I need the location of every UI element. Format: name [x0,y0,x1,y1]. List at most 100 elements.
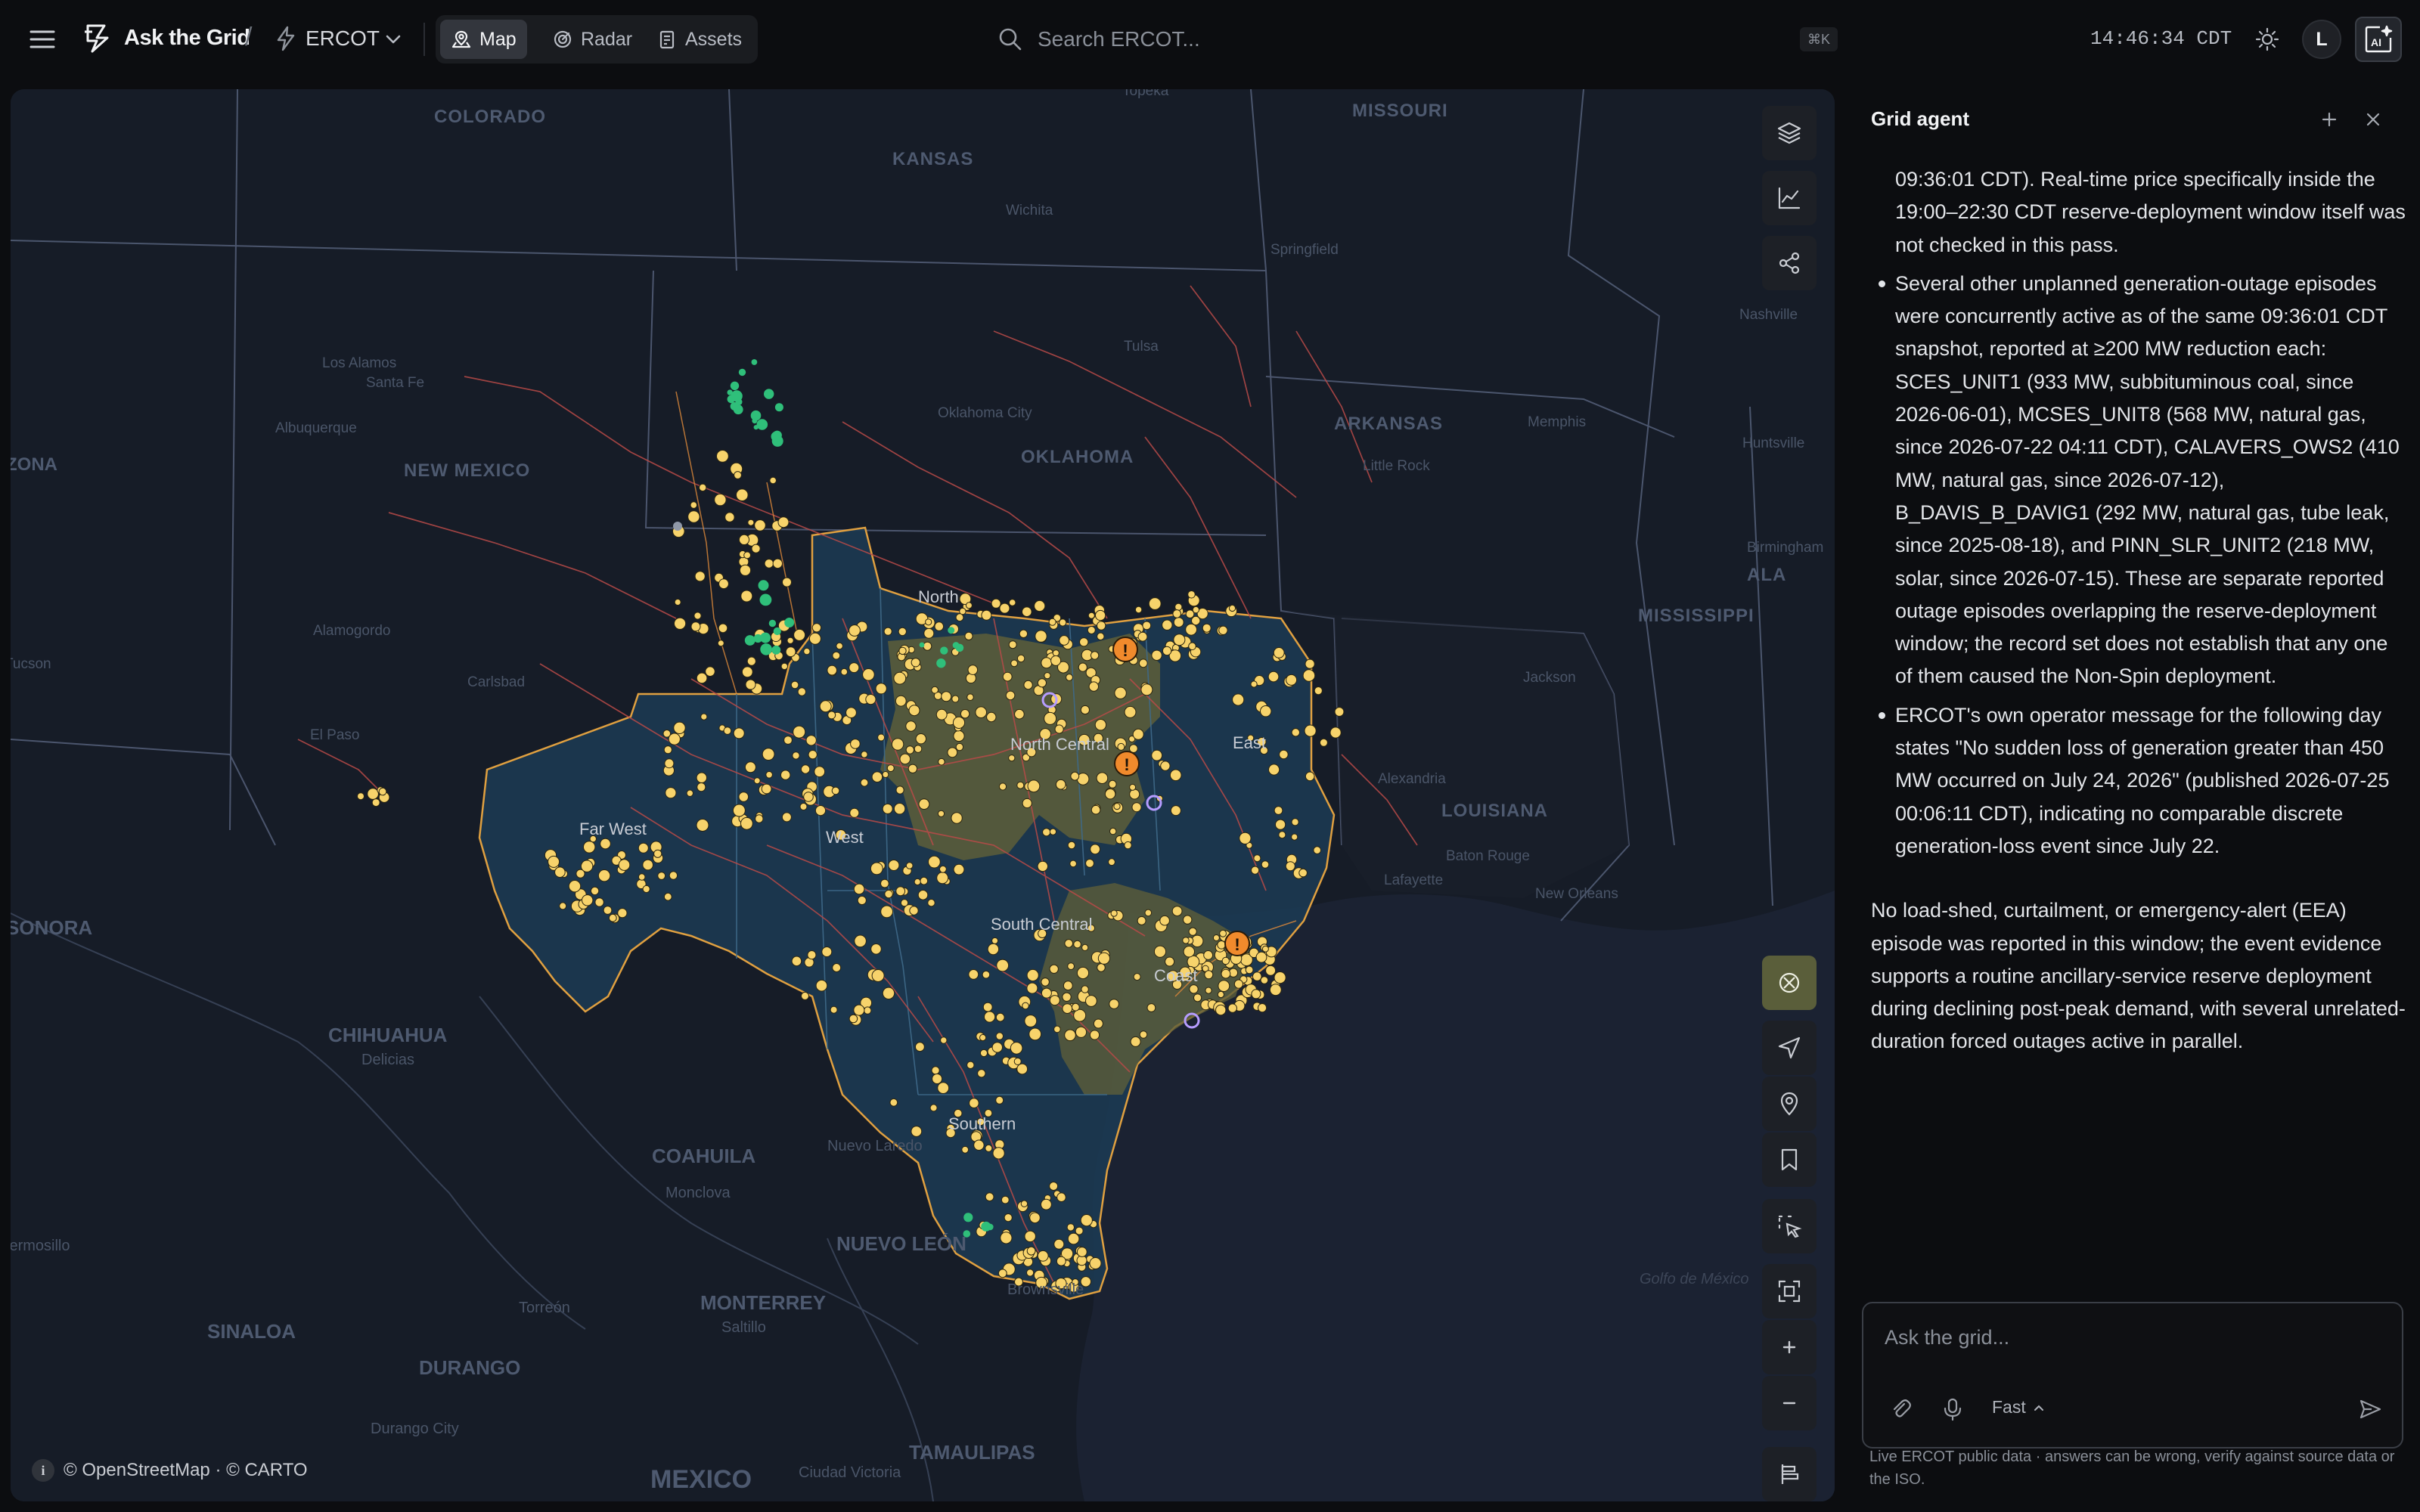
plant-marker[interactable] [1171,906,1183,916]
plant-marker[interactable] [1302,669,1316,682]
renewable-plant-marker[interactable] [752,418,758,424]
plant-marker[interactable] [1146,1003,1156,1012]
plant-marker[interactable] [638,842,649,854]
plant-marker[interactable] [740,816,753,830]
plant-marker[interactable] [1252,971,1262,981]
plant-marker[interactable] [895,886,906,897]
plant-marker[interactable] [1010,1042,1023,1055]
renewable-plant-marker[interactable] [730,381,740,390]
outage-alert-marker[interactable]: ! [1224,931,1250,956]
plant-marker[interactable] [861,751,868,758]
plant-marker[interactable] [1024,1015,1038,1027]
plant-marker[interactable] [1087,626,1096,634]
plant-marker[interactable] [1080,705,1091,715]
plant-marker[interactable] [1027,779,1041,793]
plant-marker[interactable] [690,621,701,632]
plant-marker[interactable] [941,691,952,702]
plant-marker[interactable] [600,838,611,850]
plant-marker[interactable] [1008,640,1017,649]
plant-marker[interactable] [1217,990,1225,999]
plant-marker[interactable] [1129,783,1137,791]
brand-name[interactable]: Ask the Grid [124,26,250,51]
plant-marker[interactable] [850,739,861,749]
plant-marker[interactable] [893,671,907,685]
plant-marker[interactable] [908,764,918,773]
plant-marker[interactable] [964,631,973,641]
plant-marker[interactable] [1075,1226,1084,1235]
plant-marker[interactable] [793,725,806,739]
plant-marker[interactable] [747,519,755,526]
plant-marker[interactable] [883,627,892,636]
plant-marker[interactable] [966,1061,975,1070]
fit-bounds-button[interactable] [1762,1264,1817,1318]
plant-marker[interactable] [1108,858,1115,866]
voice-button[interactable] [1938,1394,1968,1424]
plant-marker[interactable] [1070,771,1080,781]
plant-marker[interactable] [1151,649,1162,661]
plant-marker[interactable] [1048,618,1056,626]
plant-marker[interactable] [1034,600,1046,612]
plant-marker[interactable] [1028,1027,1042,1041]
plant-marker[interactable] [1129,789,1140,800]
plant-marker[interactable] [914,745,923,753]
renewable-plant-marker[interactable] [773,627,781,636]
model-mode-selector[interactable]: Fast [1992,1397,2046,1418]
plant-marker[interactable] [1239,832,1252,844]
tab-radar[interactable]: Radar [541,20,643,59]
plant-marker[interactable] [932,1074,943,1084]
plant-marker[interactable] [1096,772,1109,785]
plant-marker[interactable] [800,764,811,774]
plant-marker[interactable] [1172,609,1181,618]
plant-marker[interactable] [1004,1213,1013,1222]
plant-marker[interactable] [739,564,752,576]
plant-marker[interactable] [986,711,997,723]
plant-marker[interactable] [1080,1214,1093,1227]
renewable-plant-marker[interactable] [756,419,768,430]
plant-marker[interactable] [765,771,773,779]
plant-marker[interactable] [870,862,883,875]
plant-marker[interactable] [1013,1058,1022,1065]
plant-marker[interactable] [792,751,800,760]
plant-marker[interactable] [979,1033,987,1042]
plant-marker[interactable] [753,777,761,785]
plant-marker[interactable] [1319,738,1328,747]
plant-marker[interactable] [1097,963,1106,972]
plant-marker[interactable] [1062,992,1072,1002]
plant-marker[interactable] [967,665,979,675]
plant-marker[interactable] [1066,1223,1075,1232]
plant-marker[interactable] [832,963,842,972]
chevron-down-icon[interactable] [383,29,404,50]
plant-marker[interactable] [985,1144,993,1152]
plant-marker[interactable] [827,711,836,720]
plant-marker[interactable] [864,1006,872,1015]
plant-marker[interactable] [1185,623,1197,636]
plant-marker[interactable] [1140,683,1153,696]
plant-marker[interactable] [1142,621,1152,631]
plant-marker[interactable] [1093,1018,1103,1029]
plant-marker[interactable] [1185,609,1195,619]
plant-marker[interactable] [1261,860,1270,869]
basemap-toggle-button[interactable] [1762,956,1817,1010]
plant-marker[interactable] [1037,1250,1049,1262]
plant-marker[interactable] [1064,1029,1076,1042]
plant-marker[interactable] [1067,962,1075,970]
plant-marker[interactable] [1114,686,1127,699]
legend-button[interactable] [1762,1447,1817,1501]
plant-marker[interactable] [1071,1002,1080,1012]
plant-marker[interactable] [1044,711,1057,725]
plant-marker[interactable] [1151,749,1163,761]
plant-marker[interactable] [1221,968,1231,979]
plant-marker[interactable] [814,766,826,778]
share-button[interactable] [1762,236,1817,290]
plant-marker[interactable] [696,772,707,783]
plant-marker[interactable] [909,906,919,916]
plant-marker[interactable] [1026,1269,1035,1277]
plant-marker[interactable] [1094,719,1107,731]
renewable-plant-marker[interactable] [955,643,964,652]
plant-marker[interactable] [1109,999,1119,1009]
plant-marker[interactable] [875,683,887,695]
plant-marker[interactable] [898,627,908,637]
plant-marker[interactable] [917,890,929,900]
plant-marker[interactable] [780,662,788,671]
plant-marker[interactable] [1067,1232,1080,1245]
